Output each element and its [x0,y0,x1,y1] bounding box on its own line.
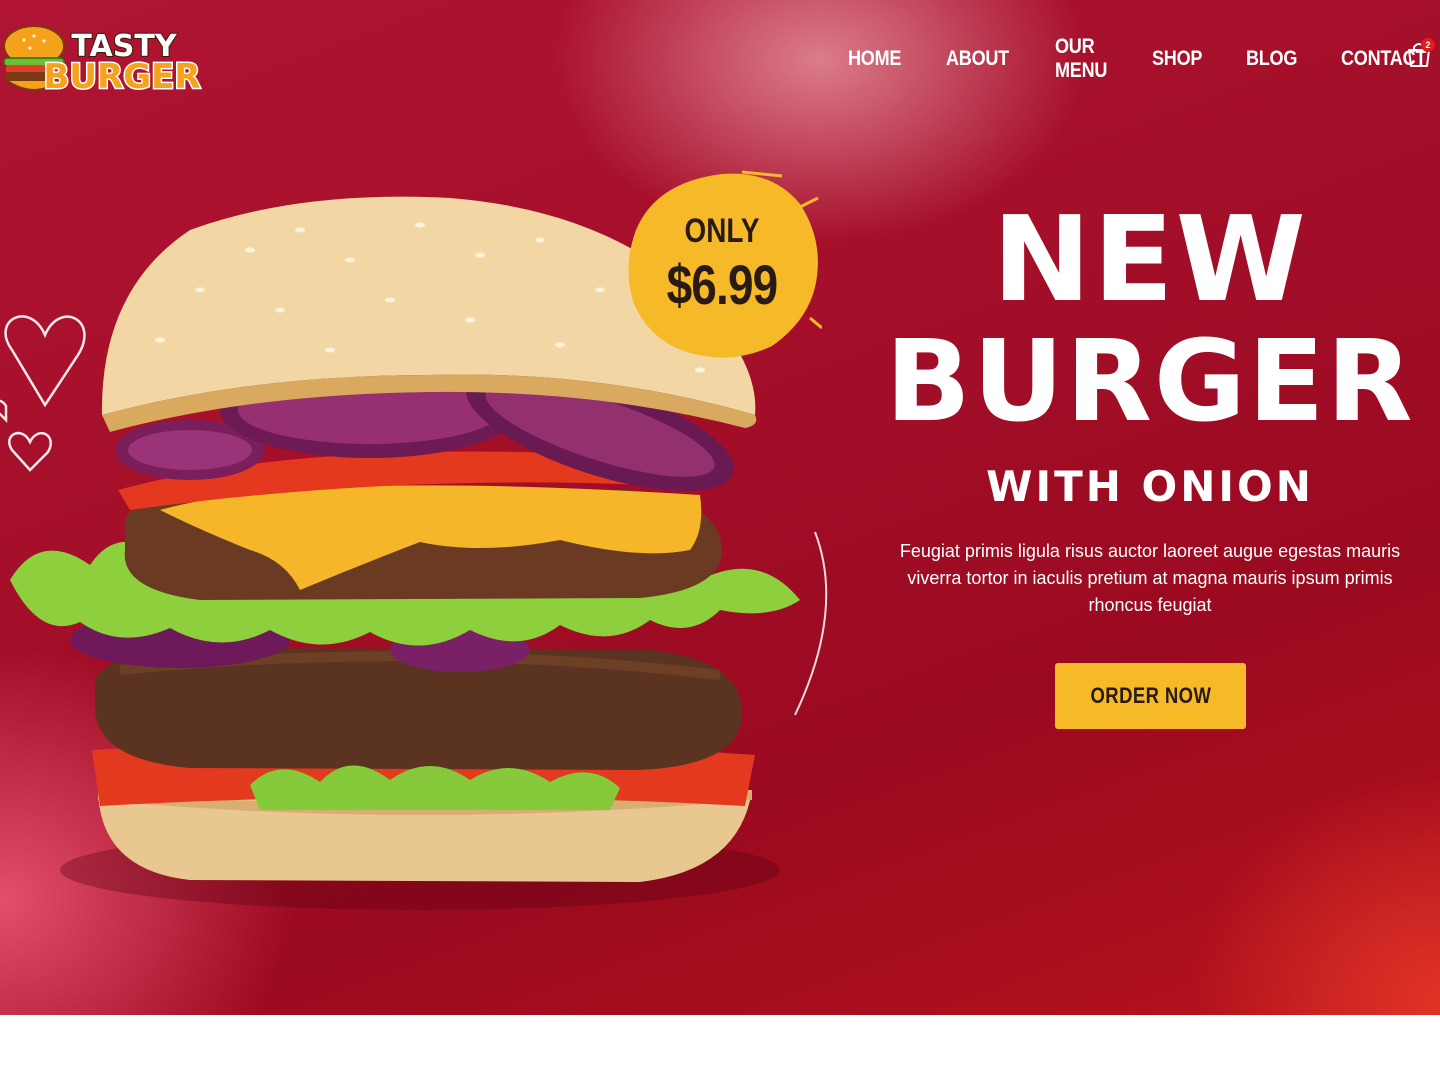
hero-subtitle: WITH ONION [986,462,1314,511]
nav-our-menu[interactable]: OUR MENU [1055,35,1107,83]
cart-count-badge: 2 [1421,38,1435,52]
price-only-label: ONLY [684,212,760,250]
hearts-decoration [0,315,86,472]
nav-shop[interactable]: SHOP [1152,47,1202,71]
price-value: $6.99 [666,253,779,316]
order-now-label: ORDER NOW [1090,683,1211,708]
nav-home[interactable]: HOME [848,47,901,71]
hero-title-line1: NEW [992,190,1308,328]
nav-blog[interactable]: BLOG [1246,47,1297,71]
order-now-button[interactable]: ORDER NOW [1055,663,1246,729]
tasty-burger-logo[interactable]: TASTY BURGER [2,18,202,100]
logo-text-burger: BURGER [43,57,200,97]
hero-section: TASTY BURGER HOME ABOUT OUR MENU SHOP BL… [0,0,1440,1015]
hero-description: Feugiat primis ligula risus auctor laore… [899,541,1401,615]
arc-decoration [794,531,828,716]
main-nav: HOME ABOUT OUR MENU SHOP BLOG CONTACT [848,35,1440,82]
nav-about[interactable]: ABOUT [946,47,1009,71]
hero-title-line2: BURGER [885,317,1415,447]
